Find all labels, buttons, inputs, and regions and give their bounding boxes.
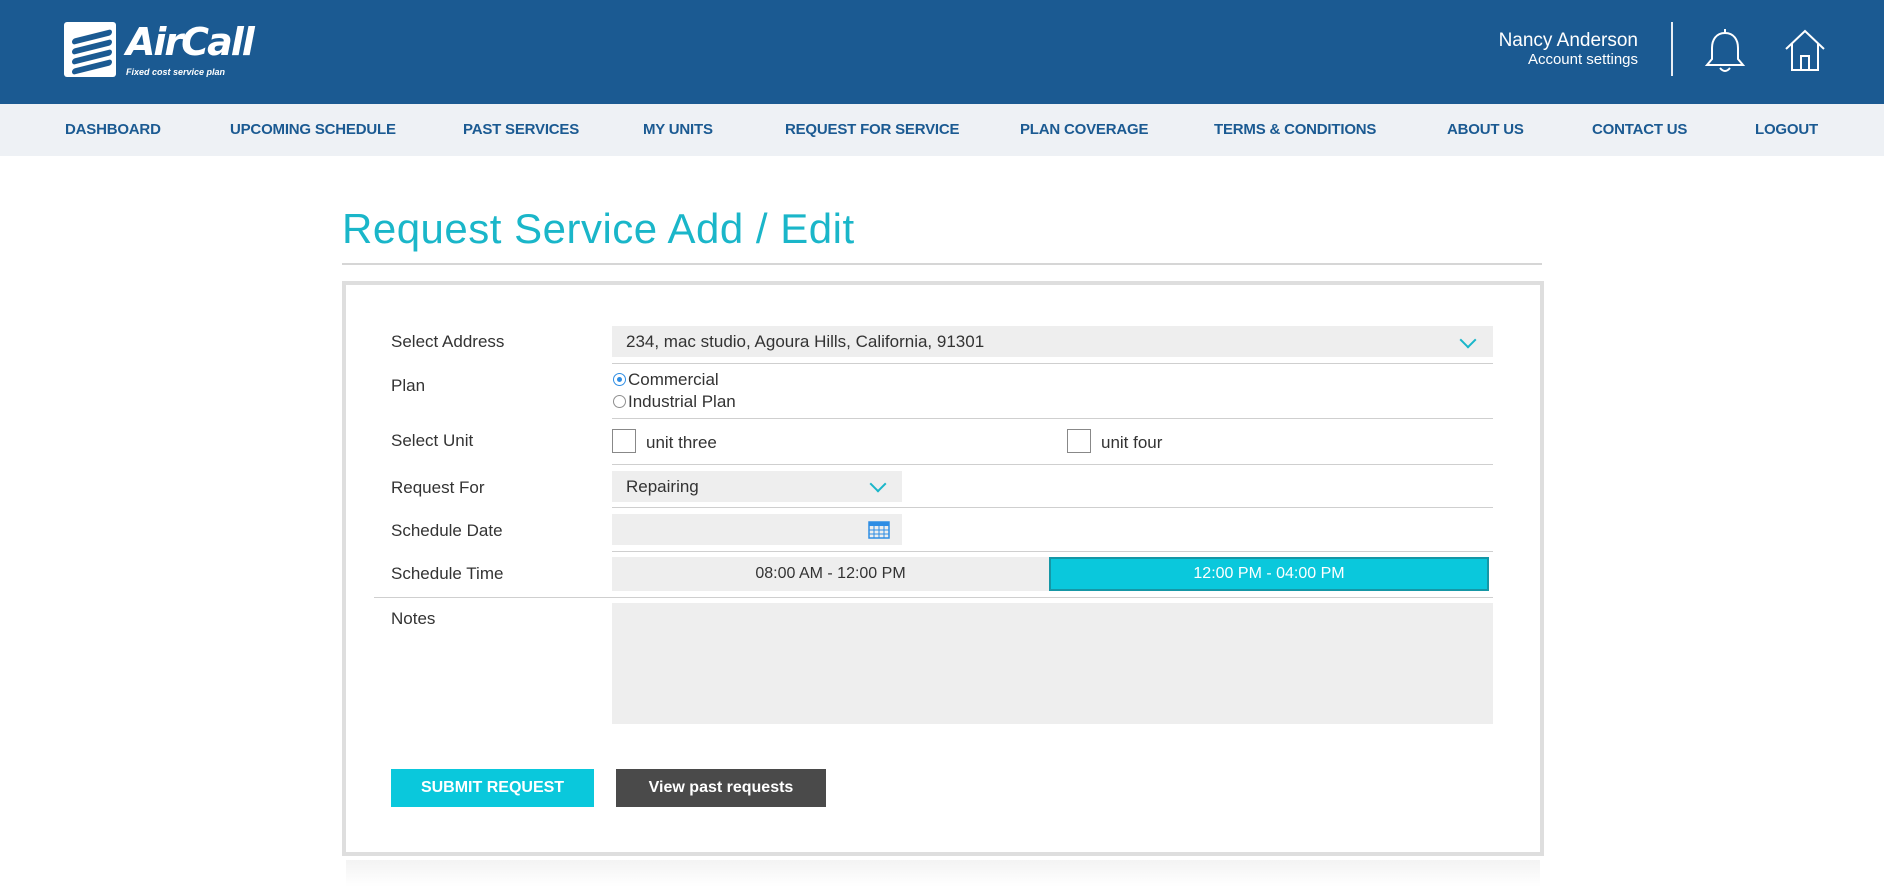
notes-textarea[interactable] (612, 603, 1493, 724)
schedule-time-label: Schedule Time (391, 564, 504, 583)
chevron-down-icon (1459, 331, 1477, 349)
nav-about-us[interactable]: ABOUT US (1447, 121, 1524, 138)
row-divider (612, 363, 1493, 364)
notes-label: Notes (391, 609, 436, 628)
nav-contact-us[interactable]: CONTACT US (1592, 121, 1687, 138)
account-settings-link[interactable]: Account settings (1499, 51, 1638, 68)
schedule-date-input[interactable] (612, 514, 902, 545)
row-divider (612, 507, 1493, 508)
time-slot-afternoon[interactable]: 12:00 PM - 04:00 PM (1049, 557, 1489, 591)
row-divider (612, 464, 1493, 465)
plan-label: Plan (391, 376, 426, 395)
nav-request-for-service[interactable]: REQUEST FOR SERVICE (785, 121, 959, 138)
request-for-select[interactable]: Repairing (612, 471, 902, 502)
radio-unselected-icon[interactable] (613, 395, 626, 409)
radio-selected-icon[interactable] (613, 373, 626, 387)
home-icon[interactable] (1783, 28, 1827, 74)
unit-four-checkbox[interactable] (1067, 429, 1091, 453)
request-for-value: Repairing (626, 477, 699, 496)
row-divider (374, 597, 1493, 598)
plan-option-industrial[interactable]: Industrial Plan (613, 392, 736, 412)
aircall-logo[interactable]: AirCall Fixed cost service plan (64, 20, 255, 82)
top-header: AirCall Fixed cost service plan Nancy An… (0, 0, 1884, 104)
header-divider (1671, 22, 1673, 76)
plan-option-label: Industrial Plan (628, 392, 736, 411)
plan-option-label: Commercial (628, 370, 719, 389)
address-select[interactable]: 234, mac studio, Agoura Hills, Californi… (612, 326, 1493, 357)
chevron-down-icon (869, 475, 887, 493)
bell-icon[interactable] (1703, 28, 1747, 74)
nav-past-services[interactable]: PAST SERVICES (463, 121, 579, 138)
unit-three-checkbox[interactable] (612, 429, 636, 453)
unit-label: Select Unit (391, 431, 474, 450)
card-shadow (346, 860, 1540, 887)
main-nav: DASHBOARD UPCOMING SCHEDULE PAST SERVICE… (0, 104, 1884, 156)
nav-upcoming-schedule[interactable]: UPCOMING SCHEDULE (230, 121, 396, 138)
schedule-date-label: Schedule Date (391, 521, 503, 540)
time-slot-morning[interactable]: 08:00 AM - 12:00 PM (612, 557, 1049, 591)
nav-logout[interactable]: LOGOUT (1755, 121, 1818, 138)
nav-dashboard[interactable]: DASHBOARD (65, 121, 161, 138)
title-divider (342, 263, 1542, 265)
row-divider (612, 418, 1493, 419)
address-value: 234, mac studio, Agoura Hills, Californi… (626, 332, 985, 351)
calendar-icon[interactable] (868, 521, 890, 539)
logo-mark-icon (64, 22, 116, 77)
user-menu[interactable]: Nancy Anderson Account settings (1499, 30, 1638, 68)
nav-plan-coverage[interactable]: PLAN COVERAGE (1020, 121, 1148, 138)
submit-request-button[interactable]: SUBMIT REQUEST (391, 769, 594, 807)
plan-option-commercial[interactable]: Commercial (613, 370, 719, 390)
logo-wordmark: AirCall (126, 20, 255, 64)
view-past-requests-button[interactable]: View past requests (616, 769, 826, 807)
nav-terms-conditions[interactable]: TERMS & CONDITIONS (1214, 121, 1376, 138)
unit-four-label: unit four (1101, 433, 1163, 452)
user-name: Nancy Anderson (1498, 30, 1638, 51)
logo-tagline: Fixed cost service plan (126, 67, 226, 77)
nav-my-units[interactable]: MY UNITS (643, 121, 713, 138)
request-for-label: Request For (391, 478, 485, 497)
address-label: Select Address (391, 332, 505, 351)
row-divider (612, 551, 1493, 552)
unit-three-label: unit three (646, 433, 717, 452)
page-title: Request Service Add / Edit (342, 205, 855, 252)
